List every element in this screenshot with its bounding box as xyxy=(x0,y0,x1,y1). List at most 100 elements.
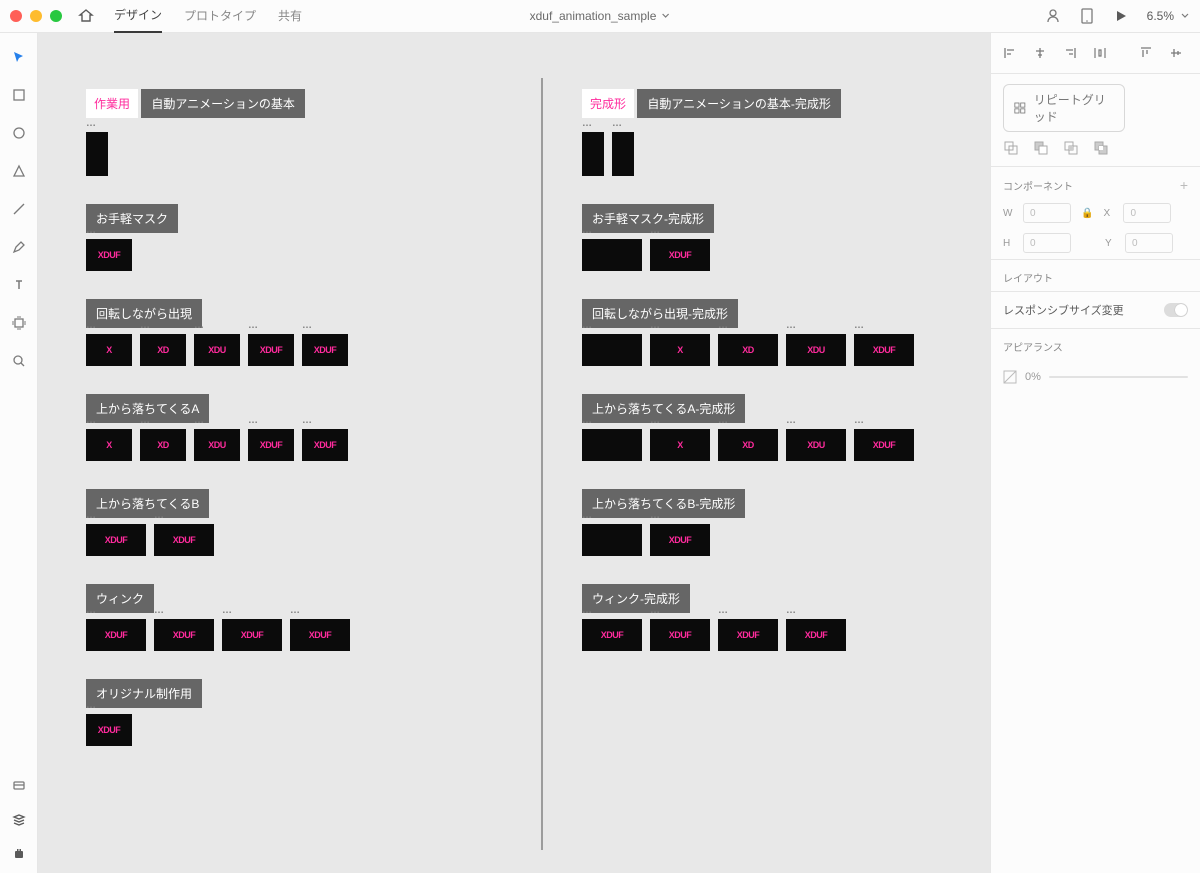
opacity-slider[interactable] xyxy=(1049,376,1188,378)
opacity-value: 0% xyxy=(1025,371,1041,383)
group-label[interactable]: 回転しながら出現-完成形 xyxy=(582,299,738,328)
artboard[interactable]: XDUF xyxy=(86,714,132,746)
artboard[interactable]: XDUF xyxy=(302,334,348,366)
align-top-icon[interactable] xyxy=(1139,45,1153,61)
artboard[interactable] xyxy=(582,429,642,461)
canvas[interactable]: 作業用 自動アニメーションの基本 お手軽マスク XDUF 回転しながら出現 XX… xyxy=(38,33,990,873)
artboard[interactable]: XDU xyxy=(786,334,846,366)
artboard[interactable]: XDUF xyxy=(854,334,914,366)
artboard[interactable]: X xyxy=(86,334,132,366)
artboard[interactable]: XDUF xyxy=(222,619,282,651)
artboard[interactable]: XD xyxy=(140,334,186,366)
h-input[interactable]: 0 xyxy=(1023,233,1071,253)
y-input[interactable]: 0 xyxy=(1125,233,1173,253)
artboard[interactable]: XDUF xyxy=(248,334,294,366)
triangle-tool[interactable] xyxy=(11,163,27,179)
align-middle-icon[interactable] xyxy=(1169,45,1183,61)
user-icon[interactable] xyxy=(1045,8,1061,24)
mobile-icon[interactable] xyxy=(1079,8,1095,24)
artboard[interactable]: XDUF xyxy=(290,619,350,651)
group-label[interactable]: ウィンク xyxy=(86,584,154,613)
boolean-subtract-icon[interactable] xyxy=(1033,140,1049,156)
line-tool[interactable] xyxy=(11,201,27,217)
align-left-icon[interactable] xyxy=(1003,45,1017,61)
artboard[interactable]: XDUF xyxy=(786,619,846,651)
minimize-window[interactable] xyxy=(30,10,42,22)
distribute-h-icon[interactable] xyxy=(1093,45,1107,61)
pen-tool[interactable] xyxy=(11,239,27,255)
artboard[interactable]: XD xyxy=(140,429,186,461)
group-label[interactable]: お手軽マスク-完成形 xyxy=(582,204,714,233)
group-label[interactable]: 上から落ちてくるB-完成形 xyxy=(582,489,745,518)
x-input[interactable]: 0 xyxy=(1123,203,1171,223)
w-input[interactable]: 0 xyxy=(1023,203,1071,223)
artboard[interactable]: XDUF xyxy=(718,619,778,651)
repeat-grid-button[interactable]: リピートグリッド xyxy=(1003,84,1125,132)
group-label[interactable]: オリジナル制作用 xyxy=(86,679,202,708)
group-label[interactable]: 自動アニメーションの基本-完成形 xyxy=(637,89,841,118)
ellipse-tool[interactable] xyxy=(11,125,27,141)
artboard[interactable]: X xyxy=(650,334,710,366)
artboard[interactable]: XDUF xyxy=(86,239,132,271)
artboard[interactable] xyxy=(582,239,642,271)
artboard[interactable]: X xyxy=(86,429,132,461)
artboard-group: XXDXDUXDUF xyxy=(582,429,990,461)
artboard[interactable]: XDUF xyxy=(650,619,710,651)
align-right-icon[interactable] xyxy=(1063,45,1077,61)
artboard[interactable]: XD xyxy=(718,429,778,461)
document-title[interactable]: xduf_animation_sample xyxy=(530,9,671,23)
zoom-tool[interactable] xyxy=(11,353,27,369)
text-tool[interactable] xyxy=(11,277,27,293)
lock-icon[interactable]: 🔒 xyxy=(1081,208,1093,219)
artboard[interactable]: XDUF xyxy=(582,619,642,651)
home-icon[interactable] xyxy=(78,8,94,24)
group-label[interactable]: ウィンク-完成形 xyxy=(582,584,690,613)
artboard[interactable]: XDUF xyxy=(302,429,348,461)
group-label[interactable]: 自動アニメーションの基本 xyxy=(141,89,305,118)
artboard[interactable]: XDUF xyxy=(650,524,710,556)
artboard[interactable]: XDU xyxy=(194,429,240,461)
close-window[interactable] xyxy=(10,10,22,22)
artboard[interactable]: XDUF xyxy=(650,239,710,271)
add-component-icon[interactable]: + xyxy=(1180,177,1188,193)
component-section: コンポーネント + xyxy=(991,166,1200,199)
artboard[interactable] xyxy=(582,132,604,176)
tab-share[interactable]: 共有 xyxy=(278,0,302,32)
artboard[interactable]: XDUF xyxy=(86,524,146,556)
artboard[interactable] xyxy=(582,524,642,556)
artboard[interactable]: X xyxy=(650,429,710,461)
tab-prototype[interactable]: プロトタイプ xyxy=(184,0,256,32)
artboard[interactable] xyxy=(582,334,642,366)
responsive-toggle[interactable] xyxy=(1164,303,1188,317)
artboard[interactable]: XDUF xyxy=(854,429,914,461)
artboard[interactable]: XD xyxy=(718,334,778,366)
play-icon[interactable] xyxy=(1113,8,1129,24)
artboard[interactable]: XDUF xyxy=(154,619,214,651)
artboard[interactable] xyxy=(86,132,108,176)
boolean-exclude-icon[interactable] xyxy=(1093,140,1109,156)
layers-icon[interactable] xyxy=(11,811,27,827)
rectangle-tool[interactable] xyxy=(11,87,27,103)
chevron-down-icon xyxy=(660,11,670,21)
artboard-tool[interactable] xyxy=(11,315,27,331)
artboard[interactable]: XDUF xyxy=(154,524,214,556)
artboard[interactable] xyxy=(612,132,634,176)
boolean-intersect-icon[interactable] xyxy=(1063,140,1079,156)
zoom-control[interactable]: 6.5% xyxy=(1147,9,1190,23)
tab-design[interactable]: デザイン xyxy=(114,0,162,33)
artboard[interactable]: XDUF xyxy=(248,429,294,461)
group-label[interactable]: 上から落ちてくるB xyxy=(86,489,209,518)
align-center-h-icon[interactable] xyxy=(1033,45,1047,61)
artboard-group: XDUF xyxy=(86,714,526,746)
artboard-group: XDUFXDUF xyxy=(86,524,526,556)
assets-icon[interactable] xyxy=(11,777,27,793)
artboard[interactable]: XDU xyxy=(786,429,846,461)
boolean-add-icon[interactable] xyxy=(1003,140,1019,156)
plugins-icon[interactable] xyxy=(11,845,27,861)
column-finished: 完成形 自動アニメーションの基本-完成形 お手軽マスク-完成形 XDUF 回転し… xyxy=(582,73,990,651)
group-label[interactable]: お手軽マスク xyxy=(86,204,178,233)
zoom-window[interactable] xyxy=(50,10,62,22)
artboard[interactable]: XDU xyxy=(194,334,240,366)
artboard[interactable]: XDUF xyxy=(86,619,146,651)
select-tool[interactable] xyxy=(11,49,27,65)
